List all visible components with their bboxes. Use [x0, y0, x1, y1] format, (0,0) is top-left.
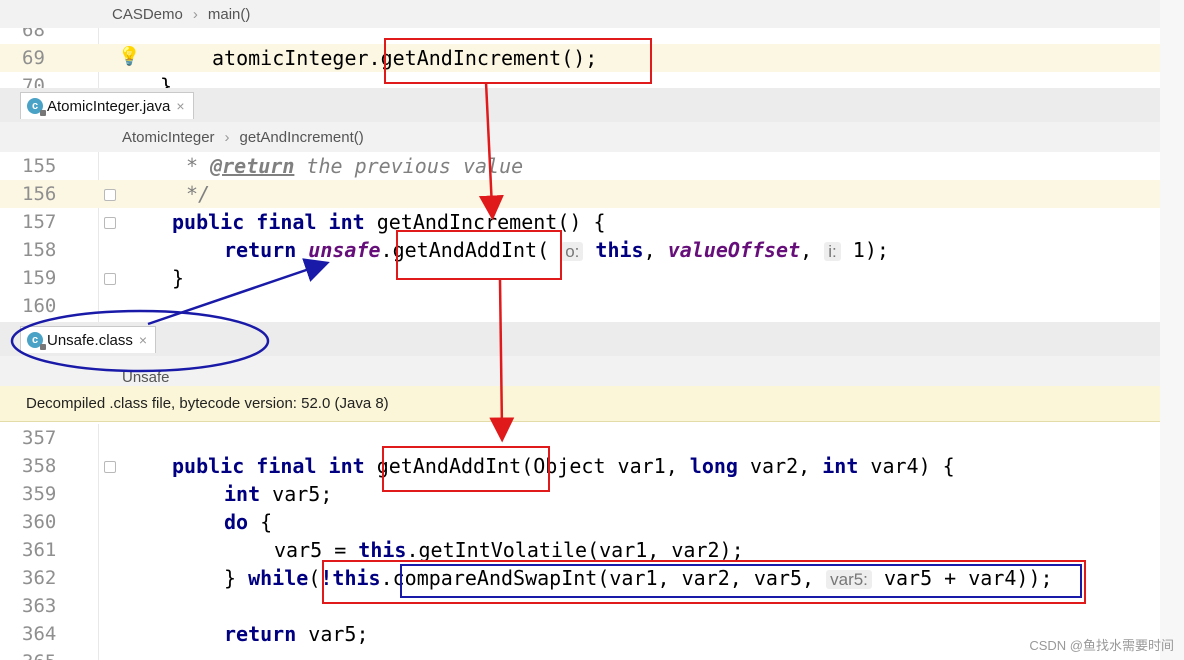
- param-hint: i:: [824, 242, 841, 261]
- variable-ref: atomicInteger: [212, 46, 369, 70]
- line-number: 68: [22, 28, 45, 41]
- editor-tabbar: c AtomicInteger.java ×: [0, 88, 1184, 123]
- field-ref: unsafe: [308, 238, 381, 262]
- breadcrumb-top: CASDemo › main(): [0, 0, 1184, 28]
- breadcrumb-method[interactable]: main(): [208, 6, 251, 23]
- line-number: 70: [22, 75, 45, 88]
- line-number: 364: [22, 623, 57, 645]
- fold-marker-icon[interactable]: [104, 217, 116, 229]
- watermark: CSDN @鱼找水需要时间: [1029, 638, 1174, 653]
- fold-marker-icon[interactable]: [104, 461, 116, 473]
- line-number: 69: [22, 47, 45, 69]
- line-number: 363: [22, 595, 57, 617]
- breadcrumb-class[interactable]: CASDemo: [112, 6, 183, 23]
- close-icon[interactable]: ×: [176, 98, 184, 114]
- code-line: 160: [0, 292, 1160, 320]
- javadoc-tag: @return: [210, 154, 295, 178]
- line-number: 362: [22, 567, 57, 589]
- line-number: 361: [22, 539, 57, 561]
- annotation-box-getandaddint-def: [382, 446, 550, 492]
- lightbulb-icon[interactable]: 💡: [118, 46, 140, 67]
- code-line: 364 return var5;: [0, 620, 1160, 648]
- editor-tabbar: c Unsafe.class ×: [0, 322, 1184, 357]
- fold-marker-icon[interactable]: [104, 273, 116, 285]
- line-number: 160: [22, 295, 57, 317]
- code-line: 358 public final int getAndAddInt(Object…: [0, 452, 1160, 480]
- class-icon: c: [27, 332, 46, 350]
- fold-marker-icon[interactable]: [104, 189, 116, 201]
- breadcrumb-unsafe: Unsafe: [0, 356, 1184, 386]
- tab-label: Unsafe.class: [47, 331, 133, 349]
- decompiled-banner-text: Decompiled .class file, bytecode version…: [26, 395, 389, 412]
- decompiled-banner: Decompiled .class file, bytecode version…: [0, 386, 1184, 422]
- breadcrumb-class[interactable]: AtomicInteger: [122, 129, 215, 146]
- line-number: 360: [22, 511, 57, 533]
- field-ref: valueOffset: [667, 238, 801, 262]
- code-line: 360 do {: [0, 508, 1160, 536]
- code-line: 159 }: [0, 264, 1160, 292]
- line-number: 157: [22, 211, 57, 233]
- breadcrumb-method[interactable]: getAndIncrement(): [240, 129, 364, 146]
- code-line: 158 return unsafe.getAndAddInt( o: this,…: [0, 236, 1160, 264]
- vertical-scrollbar[interactable]: [1160, 0, 1184, 660]
- code-line: 365: [0, 648, 1160, 660]
- line-number: 156: [22, 183, 57, 205]
- class-icon: c: [27, 98, 46, 116]
- breadcrumb-atomicinteger: AtomicInteger › getAndIncrement(): [0, 122, 1184, 152]
- line-number: 358: [22, 455, 57, 477]
- code-line: 156 */: [0, 180, 1160, 208]
- tab-atomicinteger[interactable]: c AtomicInteger.java ×: [20, 92, 194, 119]
- line-number: 158: [22, 239, 57, 261]
- code-line: 357: [0, 424, 1160, 452]
- breadcrumb-separator-icon: ›: [192, 5, 198, 23]
- breadcrumb-separator-icon: ›: [224, 128, 230, 146]
- line-number: 359: [22, 483, 57, 505]
- code-line: 157 public final int getAndIncrement() {: [0, 208, 1160, 236]
- line-number: 159: [22, 267, 57, 289]
- code-line: 359 int var5;: [0, 480, 1160, 508]
- code-line: 155 * @return the previous value: [0, 152, 1160, 180]
- line-number: 357: [22, 427, 57, 449]
- editor-panel-atomicinteger[interactable]: 155 * @return the previous value 156 */ …: [0, 152, 1160, 322]
- breadcrumb-class[interactable]: Unsafe: [122, 369, 170, 386]
- tab-unsafe-class[interactable]: c Unsafe.class ×: [20, 326, 157, 353]
- line-number: 155: [22, 155, 57, 177]
- tab-label: AtomicInteger.java: [47, 97, 171, 115]
- annotation-box-getandincrement: [384, 38, 652, 84]
- line-number: 365: [0, 648, 78, 660]
- close-icon[interactable]: ×: [139, 332, 147, 348]
- editor-panel-unsafe[interactable]: 357 358 public final int getAndAddInt(Ob…: [0, 424, 1160, 660]
- annotation-box-getandaddint-call: [396, 230, 562, 280]
- param-hint: o:: [561, 242, 584, 261]
- annotation-box-compareandswap: [400, 564, 1082, 598]
